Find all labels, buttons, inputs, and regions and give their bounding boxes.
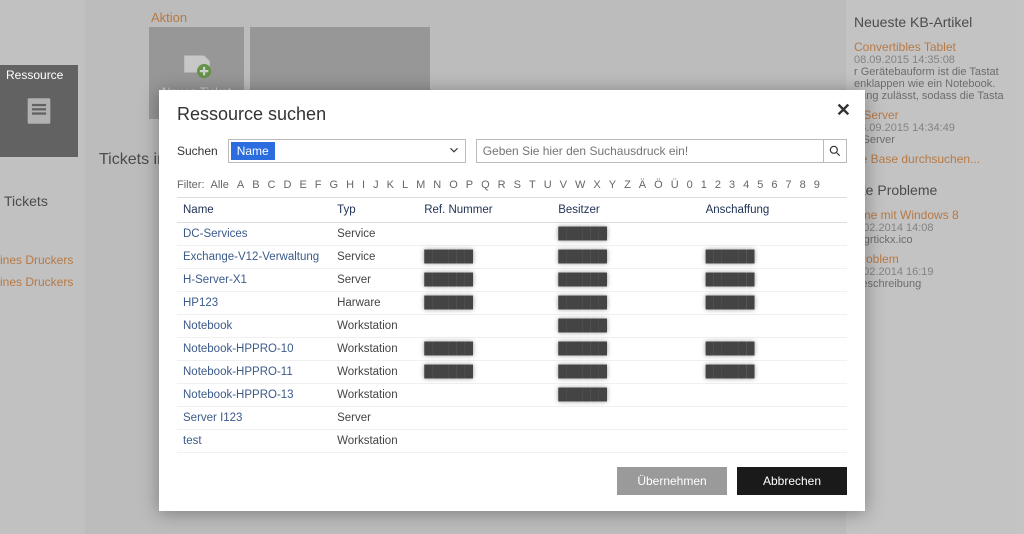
search-expression-field[interactable] [476, 139, 847, 163]
filter-item[interactable]: 7 [782, 179, 796, 191]
filter-item[interactable]: Q [477, 179, 494, 191]
table-row[interactable]: HP123Harware██████████████████ [177, 292, 847, 315]
filter-item[interactable]: Z [620, 179, 635, 191]
filter-item[interactable]: Ä [635, 179, 650, 191]
col-besitzer[interactable]: Besitzer [552, 198, 699, 223]
table-row[interactable]: H-Server-X1Server██████████████████ [177, 269, 847, 292]
filter-item[interactable]: M [412, 179, 429, 191]
col-typ[interactable]: Typ [331, 198, 418, 223]
apply-button[interactable]: Übernehmen [617, 467, 727, 495]
filter-item[interactable]: S [510, 179, 525, 191]
filter-item[interactable]: I [358, 179, 369, 191]
filter-item[interactable]: Ü [667, 179, 683, 191]
filter-item[interactable]: Alle [207, 179, 233, 191]
filter-item[interactable]: K [383, 179, 398, 191]
table-row[interactable]: Exchange-V12-VerwaltungService██████████… [177, 246, 847, 269]
filter-item[interactable]: G [326, 179, 343, 191]
search-field-combo[interactable]: Name [228, 139, 466, 163]
filter-item[interactable]: U [540, 179, 556, 191]
filter-item[interactable]: 3 [725, 179, 739, 191]
filter-item[interactable]: 4 [739, 179, 753, 191]
filter-item[interactable]: J [369, 179, 383, 191]
filter-item[interactable]: T [525, 179, 540, 191]
col-ref[interactable]: Ref. Nummer [418, 198, 552, 223]
filter-item[interactable]: E [295, 179, 310, 191]
search-icon[interactable] [823, 140, 846, 162]
filter-item[interactable]: H [342, 179, 358, 191]
filter-item[interactable]: 5 [753, 179, 767, 191]
filter-item[interactable]: Y [605, 179, 620, 191]
filter-item[interactable]: L [398, 179, 412, 191]
resource-search-dialog: ✕ Ressource suchen Suchen Name Filter: A… [159, 90, 865, 511]
resource-tab-label: Ressource [6, 68, 63, 82]
dialog-title: Ressource suchen [177, 104, 847, 125]
modal-overlay: ✕ Ressource suchen Suchen Name Filter: A… [0, 0, 1024, 534]
filter-item[interactable]: V [556, 179, 571, 191]
combo-value: Name [231, 142, 275, 160]
filter-item[interactable]: C [264, 179, 280, 191]
filter-item[interactable]: X [589, 179, 604, 191]
filter-item[interactable]: 6 [767, 179, 781, 191]
filter-item[interactable]: R [494, 179, 510, 191]
table-row[interactable]: Server I123Server [177, 407, 847, 430]
close-icon[interactable]: ✕ [836, 100, 851, 121]
filter-item[interactable]: B [248, 179, 263, 191]
filter-item[interactable]: D [279, 179, 295, 191]
table-row[interactable]: DC-ServicesService██████ [177, 223, 847, 246]
col-name[interactable]: Name [177, 198, 331, 223]
filter-item[interactable]: O [445, 179, 462, 191]
results-table: Name Typ Ref. Nummer Besitzer Anschaffun… [177, 197, 847, 453]
filter-item[interactable]: 9 [810, 179, 824, 191]
table-row[interactable]: testWorkstation [177, 430, 847, 453]
filter-bar: Filter: AlleABCDEFGHIJKLMNOPQRSTUVWXYZÄÖ… [177, 179, 847, 191]
filter-item[interactable]: Ö [650, 179, 667, 191]
col-anschaffung[interactable]: Anschaffung [700, 198, 847, 223]
filter-label: Filter: [177, 179, 205, 191]
table-row[interactable]: NotebookWorkstation██████ [177, 315, 847, 338]
filter-item[interactable]: F [311, 179, 326, 191]
filter-item[interactable]: N [429, 179, 445, 191]
table-row[interactable]: Notebook-HPPRO-13Workstation██████ [177, 384, 847, 407]
filter-item[interactable]: 8 [796, 179, 810, 191]
filter-item[interactable]: 0 [683, 179, 697, 191]
filter-item[interactable]: W [571, 179, 589, 191]
filter-item[interactable]: 1 [697, 179, 711, 191]
table-row[interactable]: Notebook-HPPRO-11Workstation████████████… [177, 361, 847, 384]
cancel-button[interactable]: Abbrechen [737, 467, 847, 495]
search-label: Suchen [177, 144, 218, 158]
filter-item[interactable]: P [462, 179, 477, 191]
filter-item[interactable]: 2 [711, 179, 725, 191]
search-input[interactable] [477, 144, 824, 158]
filter-item[interactable]: A [233, 179, 248, 191]
table-row[interactable]: Notebook-HPPRO-10Workstation████████████… [177, 338, 847, 361]
chevron-down-icon[interactable] [447, 143, 461, 160]
